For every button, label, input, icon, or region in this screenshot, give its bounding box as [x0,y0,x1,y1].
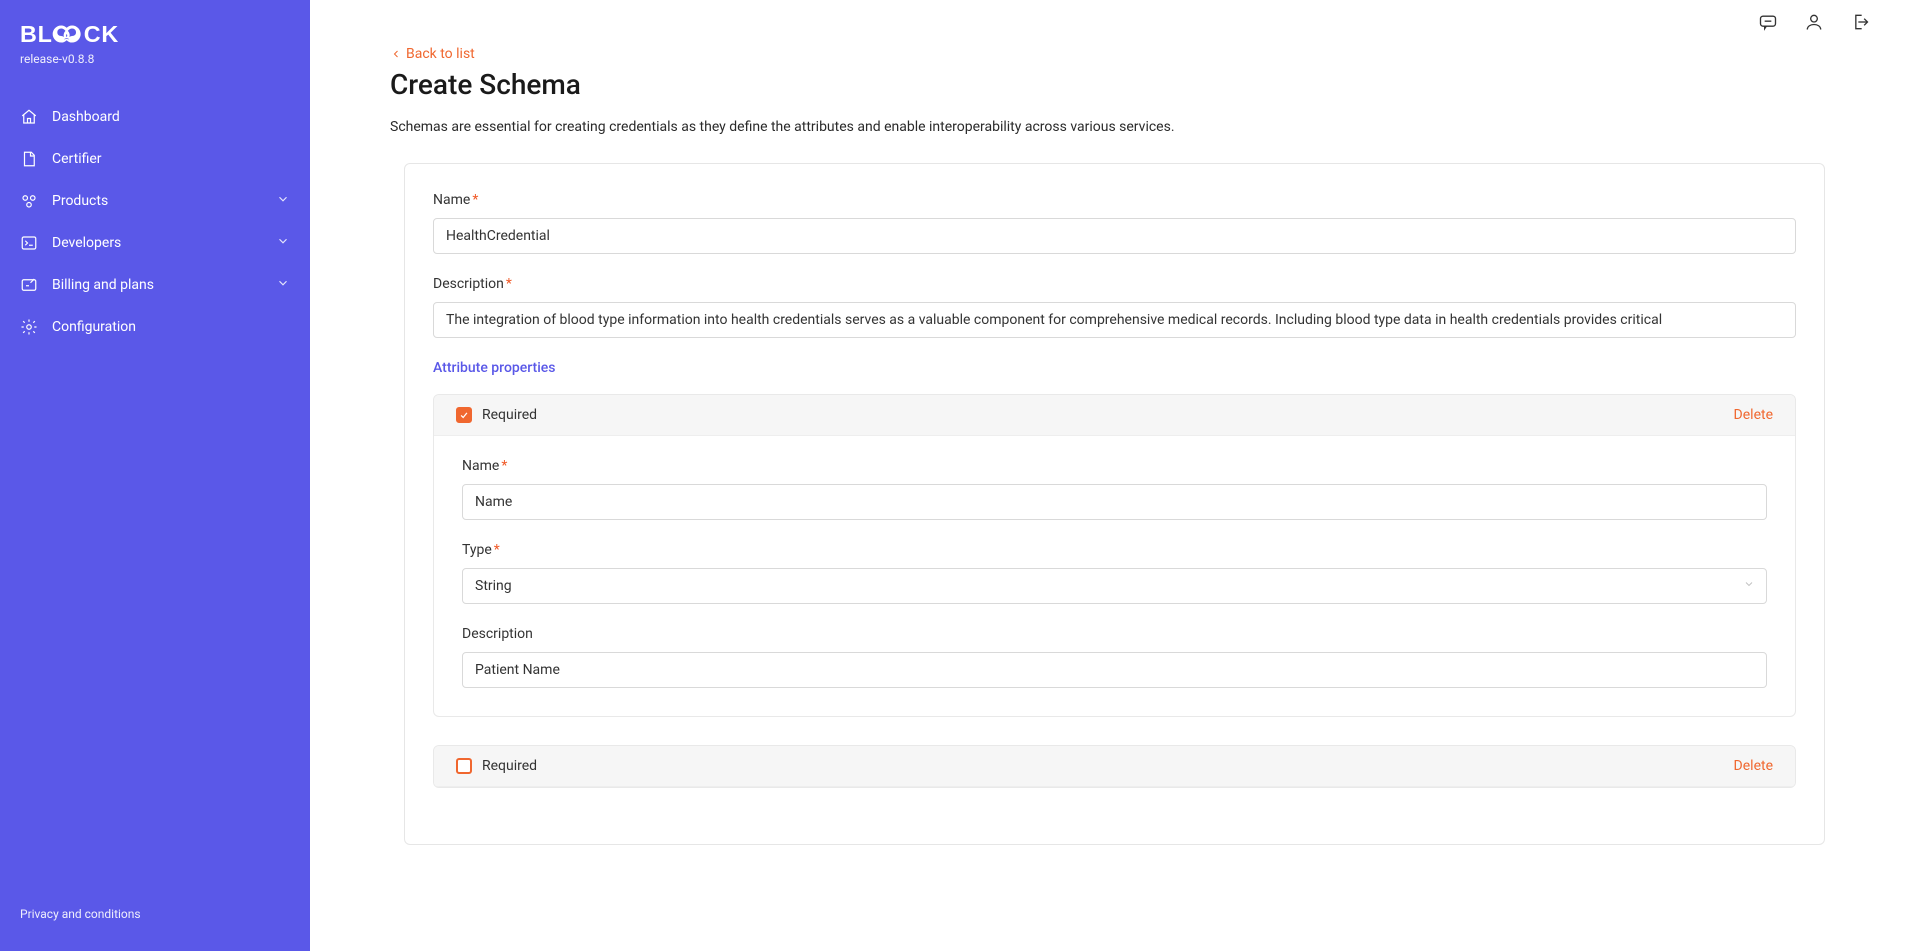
logo-wordmark: BL CK [20,20,160,48]
attribute-card: Required Delete Name* Type* [433,394,1796,717]
sidebar-item-developers[interactable]: Developers [0,222,310,264]
sidebar-item-label: Dashboard [52,109,120,125]
chevron-down-icon [276,276,290,294]
sidebar: BL CK release-v0.8.8 Dashboard [0,0,310,951]
user-icon[interactable] [1804,12,1824,36]
schema-name-input[interactable] [433,218,1796,254]
file-icon [20,150,38,168]
chevron-left-icon [390,48,402,60]
delete-attribute-button[interactable]: Delete [1734,758,1773,774]
sidebar-item-billing[interactable]: Billing and plans [0,264,310,306]
attr-name-input[interactable] [462,484,1767,520]
chevron-down-icon [276,192,290,210]
home-icon [20,108,38,126]
chevron-down-icon [276,234,290,252]
release-version: release-v0.8.8 [20,52,290,66]
edit-icon [20,276,38,294]
delete-attribute-button[interactable]: Delete [1734,407,1773,423]
sidebar-item-configuration[interactable]: Configuration [0,306,310,348]
attr-desc-input[interactable] [462,652,1767,688]
svg-text:BL: BL [20,21,53,47]
sidebar-item-label: Configuration [52,319,136,335]
gear-icon [20,318,38,336]
logout-icon[interactable] [1850,12,1870,36]
attribute-card: Required Delete [433,745,1796,788]
terminal-icon [20,234,38,252]
attr-type-label: Type* [462,542,1767,558]
sidebar-item-label: Certifier [52,151,102,167]
attribute-header: Required Delete [434,746,1795,787]
sidebar-item-certifier[interactable]: Certifier [0,138,310,180]
topbar [310,0,1905,36]
sidebar-item-label: Developers [52,235,121,251]
attr-type-value[interactable] [462,568,1767,604]
required-checkbox[interactable] [456,407,472,423]
back-link-label: Back to list [406,46,475,62]
chat-icon[interactable] [1758,12,1778,36]
schema-desc-input[interactable] [433,302,1796,338]
schema-desc-field-group: Description* [433,276,1796,338]
attribute-header: Required Delete [434,395,1795,436]
page-title: Create Schema [390,68,1825,101]
required-checkbox[interactable] [456,758,472,774]
sidebar-footer-link[interactable]: Privacy and conditions [0,897,310,931]
main: Back to list Create Schema Schemas are e… [310,0,1905,951]
sidebar-item-label: Products [52,193,108,209]
attr-type-select[interactable] [462,568,1767,604]
attr-name-label: Name* [462,458,1767,474]
sidebar-nav: Dashboard Certifier Products [0,86,310,897]
logo: BL CK [20,20,290,48]
sidebar-item-label: Billing and plans [52,277,154,293]
schema-name-field-group: Name* [433,192,1796,254]
logo-area: BL CK release-v0.8.8 [0,20,310,86]
attribute-properties-title: Attribute properties [433,360,1796,376]
schema-name-label: Name* [433,192,1796,208]
svg-text:CK: CK [84,21,119,47]
schema-desc-label: Description* [433,276,1796,292]
sidebar-item-dashboard[interactable]: Dashboard [0,96,310,138]
attr-desc-label: Description [462,626,1767,642]
required-label: Required [482,407,537,423]
sidebar-item-products[interactable]: Products [0,180,310,222]
attribute-body: Name* Type* [434,436,1795,716]
boxes-icon [20,192,38,210]
content: Back to list Create Schema Schemas are e… [310,36,1905,951]
page-subtitle: Schemas are essential for creating crede… [390,119,1825,135]
required-label: Required [482,758,537,774]
back-to-list-link[interactable]: Back to list [390,46,475,62]
schema-form-card: Name* Description* Attribute properties [404,163,1825,845]
